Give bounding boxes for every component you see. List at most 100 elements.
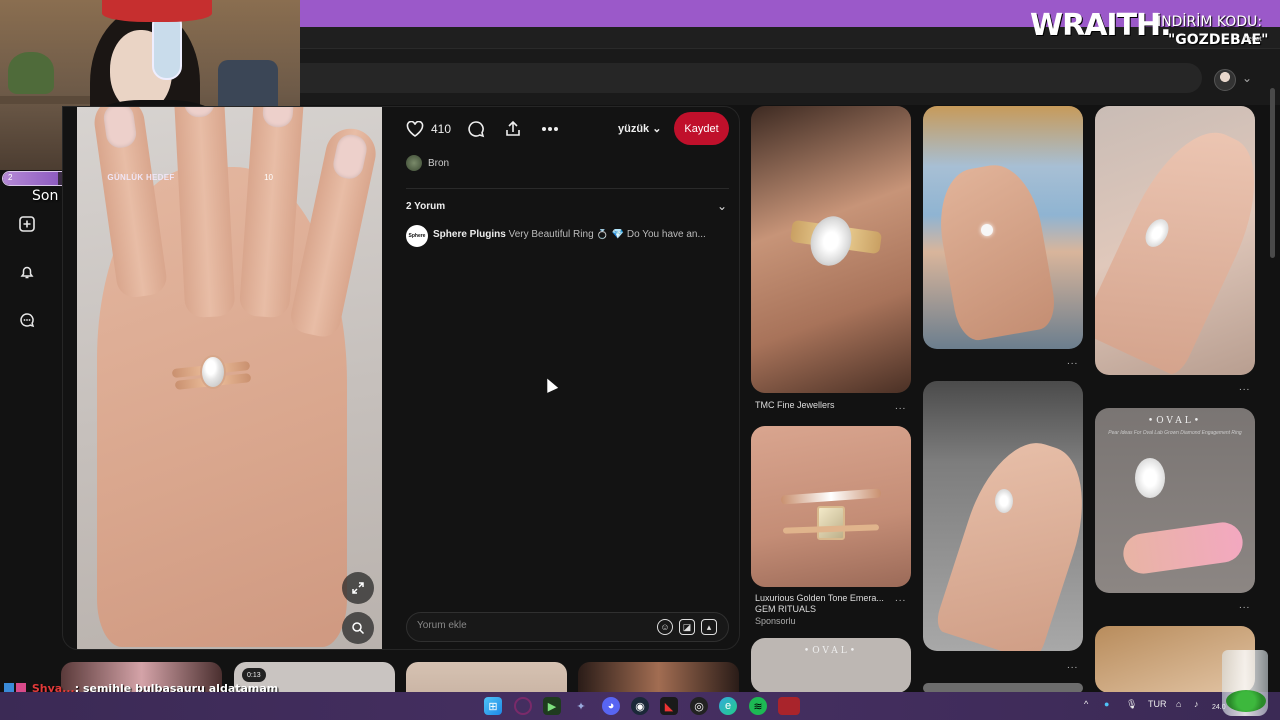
create-button[interactable] (17, 214, 37, 234)
tray-app-icon[interactable]: ● (1104, 699, 1109, 709)
grid-pin-image[interactable] (923, 381, 1083, 651)
screen: ⌄ WRAITH. İNDİRİM KODU: "GOZDEBAE" bet e… (0, 0, 1280, 720)
related-pin-thumbnail[interactable] (406, 662, 567, 692)
sticker-icon[interactable]: ◪ (679, 619, 695, 635)
terminal-app-icon[interactable]: ▶ (543, 697, 561, 715)
emoji-icon[interactable]: ☺ (657, 619, 673, 635)
promo-small-text: bet et (1244, 36, 1262, 43)
chevron-down-icon[interactable]: ⌄ (1242, 71, 1252, 85)
bell-icon (20, 266, 34, 279)
grid-pin-caption[interactable]: Luxurious Golden Tone Emera... (755, 593, 884, 604)
ellipsis-icon (542, 127, 558, 131)
comments-header[interactable]: 2 Yorum (406, 201, 445, 212)
lens-search-icon (352, 622, 365, 635)
visual-search-button[interactable] (342, 612, 374, 644)
search-bar[interactable] (300, 63, 1202, 93)
share-icon (506, 120, 520, 136)
network-icon[interactable]: ⌂ (1176, 699, 1181, 709)
edge-browser-icon[interactable]: e (719, 697, 737, 715)
grid-pin-advertiser[interactable]: GEM RITUALS (755, 604, 816, 615)
heart-icon (406, 121, 424, 137)
scrollbar-thumb[interactable] (1270, 88, 1275, 258)
related-pin-thumbnail[interactable] (578, 662, 739, 692)
active-window-icon[interactable] (778, 697, 800, 715)
save-button[interactable]: Kaydet (674, 112, 729, 145)
pin-detail-panel: 410 yüzük ⌄ Kaydet Bron 2 Yorum ⌄ Sphere (393, 107, 733, 649)
grid-pin-image[interactable]: •OVAL• Pear Ideas For Oval Lab Grown Dia… (1095, 408, 1255, 593)
volume-icon[interactable]: ♪ (1194, 699, 1199, 709)
ring-diamond-illustration (995, 489, 1013, 513)
sponsored-label: Sponsorlu (755, 616, 796, 626)
hand-illustration (933, 429, 1083, 651)
commenter-avatar[interactable]: Sphere (406, 225, 428, 247)
nail-illustration (261, 107, 295, 129)
chevron-up-icon[interactable]: ^ (1084, 699, 1088, 709)
spotify-icon[interactable]: ≋ (749, 697, 767, 715)
grid-pin-image[interactable] (751, 106, 911, 393)
image-icon[interactable]: ▴ (701, 619, 717, 635)
profile-avatar[interactable] (1214, 69, 1236, 91)
nail-illustration (102, 107, 138, 150)
hand-illustration (930, 158, 1060, 344)
video-editor-icon[interactable]: ◣ (660, 697, 678, 715)
grid-pin-image[interactable] (751, 426, 911, 587)
discord-icon[interactable]: ◕ (602, 697, 620, 715)
daily-goal-target: 10 (264, 173, 273, 182)
network-app-icon[interactable]: ✦ (572, 697, 590, 715)
grid-pin-more-button[interactable]: ... (895, 401, 906, 412)
share-button[interactable] (504, 119, 522, 139)
tray-language[interactable]: TUR (1148, 699, 1167, 709)
app-icon[interactable] (514, 697, 532, 715)
creator-name[interactable]: Bron (428, 158, 449, 169)
grid-pin-image[interactable] (1095, 106, 1255, 375)
comment-username[interactable]: Sphere Plugins (433, 229, 506, 240)
expand-icon (352, 582, 364, 594)
pin-overlay-title: •OVAL• (803, 646, 859, 656)
daily-goal-label: GÜNLÜK HEDEF (107, 173, 175, 182)
microphone-icon[interactable]: 🎙 (1126, 699, 1137, 710)
pin-image[interactable] (77, 107, 382, 649)
obs-icon[interactable]: ◎ (690, 697, 708, 715)
notifications-button[interactable] (17, 262, 37, 282)
more-options-button[interactable] (541, 119, 559, 139)
expand-button[interactable] (342, 572, 374, 604)
grid-pin-more-button[interactable]: ... (1239, 600, 1250, 611)
creator-avatar[interactable] (406, 155, 422, 171)
board-selector[interactable]: yüzük ⌄ (618, 122, 661, 135)
grid-pin-more-button[interactable]: ... (1239, 382, 1250, 393)
drink-foliage-overlay (1226, 690, 1266, 712)
comment-input[interactable] (417, 620, 637, 631)
start-menu-icon[interactable]: ⊞ (484, 697, 502, 715)
chat-bubble-icon (20, 313, 35, 328)
sponsor-logo: WRAITH. (1030, 8, 1172, 43)
grid-pin-more-button[interactable]: ... (1067, 660, 1078, 671)
grid-pin-caption[interactable]: TMC Fine Jewellers (755, 400, 835, 411)
grid-pin-image[interactable]: •OVAL• (751, 638, 911, 693)
grid-pin-more-button[interactable]: ... (895, 593, 906, 604)
steam-icon[interactable]: ◉ (631, 697, 649, 715)
pin-overlay-subtitle: Pear Ideas For Oval Lab Grown Diamond En… (1108, 430, 1242, 436)
comment-button[interactable] (467, 119, 485, 139)
mouse-cursor (541, 376, 559, 393)
comment-text: Very Beautiful Ring 💍 💎 Do You have an..… (508, 229, 706, 240)
grid-pin-more-button[interactable]: ... (1067, 356, 1078, 367)
chevron-down-icon: ⌄ (652, 123, 662, 135)
nail-illustration (330, 132, 370, 182)
video-duration-badge: 0:13 (242, 668, 266, 682)
grid-pin-image[interactable] (923, 106, 1083, 349)
hand-illustration (1095, 113, 1255, 375)
messages-button[interactable] (17, 310, 37, 330)
windows-taskbar: ⊞ ▶ ✦ ◕ ◉ ◣ ◎ e ≋ ^ ● 🎙 TUR ⌂ ♪ 24.0 (0, 692, 1280, 720)
pin-closeup-card: 410 yüzük ⌄ Kaydet Bron 2 Yorum ⌄ Sphere (62, 106, 740, 650)
finger-illustration (1120, 519, 1246, 577)
add-comment-box[interactable]: ☺ ◪ ▴ (406, 612, 729, 642)
divider (406, 188, 729, 189)
like-button[interactable] (406, 119, 424, 139)
chevron-down-icon[interactable]: ⌄ (717, 199, 727, 213)
like-count: 410 (431, 122, 452, 136)
comment-item: Sphere Plugins Very Beautiful Ring 💍 💎 D… (433, 229, 723, 240)
plus-square-icon (19, 216, 35, 232)
webcam-hat (102, 0, 212, 22)
promo-label: İNDİRİM KODU: (1157, 14, 1263, 30)
board-selector-label: yüzük (618, 123, 650, 135)
